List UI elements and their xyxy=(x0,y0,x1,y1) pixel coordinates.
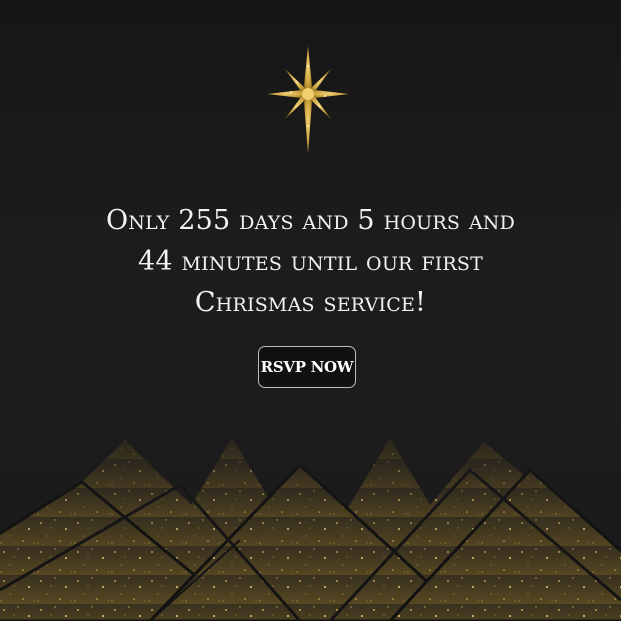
countdown-line-2: 44 minutes until our first xyxy=(137,246,484,277)
countdown-page: Only 255 days and 5 hours and 44 minutes… xyxy=(0,0,621,621)
countdown-line-3: Chrismas service! xyxy=(194,287,427,318)
countdown-line-1: Only 255 days and 5 hours and xyxy=(105,205,516,236)
north-star-icon xyxy=(267,46,349,154)
rsvp-button[interactable]: RSVP NOW xyxy=(258,346,356,388)
countdown-headline: Only 255 days and 5 hours and 44 minutes… xyxy=(60,200,561,323)
glitter-pyramids-decoration xyxy=(0,430,621,621)
